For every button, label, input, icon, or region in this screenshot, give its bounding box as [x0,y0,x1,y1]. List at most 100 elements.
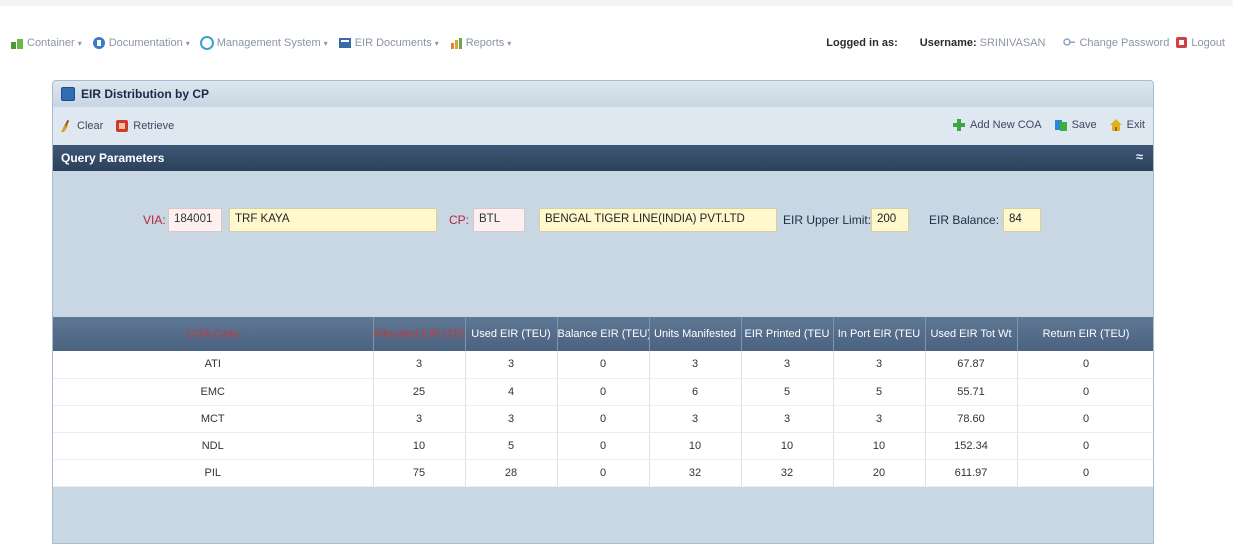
documentation-icon [92,36,106,50]
coa-table: COA Code Allocated EIR (TEU) Used EIR (T… [53,317,1153,487]
username-label: Username: [919,36,977,49]
menu-eir-documents-label: EIR Documents [354,37,432,49]
table-cell: 3 [741,351,834,379]
table-cell: ATI [53,351,374,379]
retrieve-button[interactable]: Retrieve [115,119,174,133]
table-cell: 0 [557,432,650,460]
menu-documentation-label: Documentation [108,37,183,49]
table-cell: 0 [557,459,650,487]
panel-title-bar: EIR Distribution by CP [53,81,1153,107]
table-cell: PIL [53,459,374,487]
table-cell: 10 [373,432,466,460]
table-cell: 5 [741,378,834,406]
broom-icon [59,119,73,133]
table-cell: 10 [649,432,742,460]
table-row[interactable]: PIL 75 28 0 32 32 20 611.97 0 [53,459,1153,487]
logout-icon [1175,36,1188,49]
via-code-field[interactable]: 184001 [168,208,222,232]
table-cell: 3 [373,405,466,433]
table-cell: 25 [373,378,466,406]
add-new-coa-button[interactable]: Add New COA [952,118,1042,132]
table-cell: EMC [53,378,374,406]
table-cell: 5 [465,432,558,460]
window-icon [61,87,75,101]
username-value: SRINIVASAN [979,36,1046,49]
table-cell: 55.71 [925,378,1018,406]
table-cell: 0 [1017,378,1153,406]
query-parameters-body: VIA: 184001 TRF KAYA CP: BTL BENGAL TIGE… [53,171,1153,263]
eir-upper-limit-field[interactable]: 200 [871,208,909,232]
cp-label: CP: [449,213,470,227]
eir-documents-icon [338,36,352,50]
column-header-used-eir[interactable]: Used EIR (TEU) [465,317,558,351]
table-cell: 3 [649,351,742,379]
exit-button[interactable]: Exit [1109,118,1145,132]
cp-name-field[interactable]: BENGAL TIGER LINE(INDIA) PVT.LTD [539,208,777,232]
logout-link[interactable]: Logout [1175,36,1225,49]
via-name-field[interactable]: TRF KAYA [229,208,437,232]
table-row[interactable]: EMC 25 4 0 6 5 5 55.71 0 [53,378,1153,406]
table-cell: 0 [1017,351,1153,379]
menu-eir-documents[interactable]: EIR Documents ▾ [338,36,439,50]
table-row[interactable]: MCT 3 3 0 3 3 3 78.60 0 [53,405,1153,433]
menu-management-system[interactable]: Management System ▾ [199,36,328,50]
table-cell: 3 [741,405,834,433]
table-cell: 6 [649,378,742,406]
main-menu: Container ▾ Documentation ▾ Management Sys… [10,36,521,50]
column-header-in-port-eir[interactable]: In Port EIR (TEU [833,317,926,351]
column-header-eir-printed[interactable]: EIR Printed (TEU [741,317,834,351]
column-header-used-eir-tot-wt[interactable]: Used EIR Tot Wt [925,317,1018,351]
table-cell: 4 [465,378,558,406]
menu-reports-label: Reports [465,37,505,49]
table-cell: 5 [833,378,926,406]
column-header-units-manifested[interactable]: Units Manifested [649,317,742,351]
column-header-coa-code[interactable]: COA Code [53,317,374,351]
eir-distribution-panel: EIR Distribution by CP Clear Retrieve Ad… [52,80,1154,544]
table-cell: 152.34 [925,432,1018,460]
menu-container[interactable]: Container ▾ [10,36,82,50]
table-cell: 0 [1017,459,1153,487]
table-cell: 3 [833,405,926,433]
table-cell: 0 [557,351,650,379]
coa-grid: COA Code Allocated EIR (TEU) Used EIR (T… [53,317,1153,487]
column-header-allocated-eir[interactable]: Allocated EIR (TEU) [373,317,466,351]
table-cell: 10 [741,432,834,460]
table-cell: 0 [1017,432,1153,460]
table-row[interactable]: ATI 3 3 0 3 3 3 67.87 0 [53,351,1153,379]
via-label: VIA: [143,213,166,227]
clear-button[interactable]: Clear [59,119,103,133]
table-cell: 28 [465,459,558,487]
eir-balance-field[interactable]: 84 [1003,208,1041,232]
cp-code-field[interactable]: BTL [473,208,525,232]
logged-in-label: Logged in as: [826,36,898,49]
exit-icon [1109,118,1123,132]
table-cell: 75 [373,459,466,487]
menu-management-label: Management System [216,37,321,49]
menu-documentation[interactable]: Documentation ▾ [92,36,190,50]
user-info: Logged in as: Username: SRINIVASAN Chang… [826,36,1225,49]
table-cell: 0 [557,405,650,433]
table-row[interactable]: NDL 10 5 0 10 10 10 152.34 0 [53,432,1153,460]
query-parameters-header[interactable]: Query Parameters ≈ [53,145,1153,171]
table-cell: NDL [53,432,374,460]
column-header-balance-eir[interactable]: Balance EIR (TEU) [557,317,650,351]
collapse-icon[interactable]: ≈ [1136,149,1143,164]
save-button[interactable]: Save [1054,118,1097,132]
column-header-return-eir[interactable]: Return EIR (TEU) [1017,317,1153,351]
top-menu-bar: Container ▾ Documentation ▾ Management Sys… [0,0,1233,78]
eir-balance-label: EIR Balance: [929,213,1000,227]
table-cell: 10 [833,432,926,460]
toolbar: Clear Retrieve Add New COA Save Exit [53,107,1153,183]
retrieve-icon [115,119,129,133]
change-password-link[interactable]: Change Password [1063,36,1169,49]
table-cell: 3 [649,405,742,433]
table-cell: 78.60 [925,405,1018,433]
menu-reports[interactable]: Reports ▾ [449,36,511,50]
table-cell: 3 [465,351,558,379]
query-parameters-title: Query Parameters [61,151,165,165]
table-cell: 3 [465,405,558,433]
reports-icon [449,36,463,50]
save-icon [1054,118,1068,132]
key-icon [1063,36,1076,49]
table-cell: MCT [53,405,374,433]
